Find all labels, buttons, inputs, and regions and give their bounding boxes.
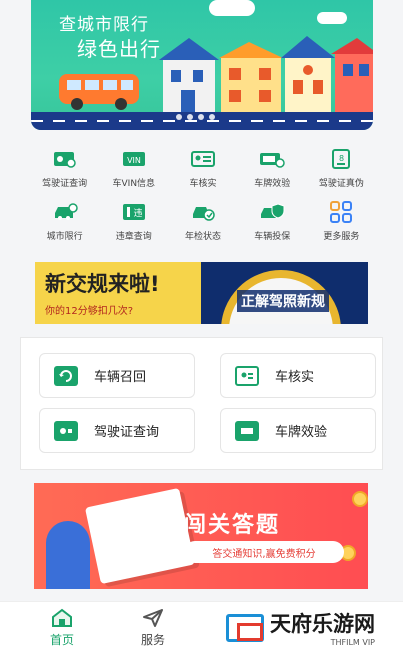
book-illustration — [84, 487, 196, 585]
service-label: 更多服务 — [323, 232, 360, 242]
service-grid: 驾驶证查询 VIN 车VIN信息 车核实 车牌效验 8 驾驶证真伪 城市限行 违 — [30, 148, 376, 242]
service-label: 驾驶证查询 — [42, 179, 88, 189]
service-item-car-insurance[interactable]: 车辆投保 — [238, 201, 307, 242]
promo-right-panel: 正解驾照新规 — [201, 262, 368, 324]
service-item-car-verify[interactable]: 车核实 — [168, 148, 237, 189]
service-item-vin-info[interactable]: VIN 车VIN信息 — [99, 148, 168, 189]
quiz-subtitle: 答交通知识,赢免费积分 — [184, 541, 344, 563]
service-label: 年检状态 — [184, 232, 221, 242]
person-illustration — [46, 521, 90, 589]
send-icon — [143, 609, 163, 627]
license-card-icon — [52, 148, 78, 170]
svg-text:8: 8 — [339, 154, 344, 163]
promo-right-text: 正解驾照新规 — [237, 290, 329, 312]
license-plate-icon — [235, 420, 259, 441]
promo-banner-quiz[interactable]: 闯关答题 答交通知识,赢免费积分 — [34, 483, 368, 589]
home-icon — [52, 608, 72, 627]
service-item-more[interactable]: 更多服务 — [307, 201, 376, 242]
service-item-city-restriction[interactable]: 城市限行 — [30, 201, 99, 242]
vin-icon: VIN — [121, 148, 147, 170]
coin-decoration — [352, 491, 368, 507]
promo-left-panel: 新交规来啦! 你的12分够扣几次? — [35, 262, 201, 324]
bus-illustration — [59, 74, 139, 110]
quiz-headline: 闯关答题 — [184, 513, 281, 538]
promo-subtitle: 你的12分够扣几次? — [45, 306, 134, 317]
verify-document-icon: 8 — [328, 148, 354, 170]
watermark-title: 天府乐游网 — [270, 612, 375, 636]
service-label: 车牌效验 — [254, 179, 291, 189]
service-label: 城市限行 — [46, 232, 83, 242]
license-card-icon — [54, 420, 78, 441]
tab-label: 服务 — [141, 633, 166, 647]
service-label: 车VIN信息 — [112, 179, 156, 189]
tab-service[interactable]: 服务 — [141, 608, 165, 648]
quick-label: 车辆召回 — [94, 370, 147, 385]
cloud-decoration — [317, 12, 347, 24]
svg-text:VIN: VIN — [127, 156, 141, 165]
car-check-icon — [190, 201, 216, 223]
svg-text:违: 违 — [133, 208, 142, 219]
car-insurance-icon — [259, 201, 285, 223]
grid-more-icon — [328, 201, 354, 223]
service-label: 违章查询 — [115, 232, 152, 242]
service-item-plate-check[interactable]: 车牌效验 — [238, 148, 307, 189]
service-item-license-authenticity[interactable]: 8 驾驶证真伪 — [307, 148, 376, 189]
service-label: 车辆投保 — [254, 232, 291, 242]
service-item-violation-query[interactable]: 违 违章查询 — [99, 201, 168, 242]
quick-plate-check-button[interactable]: 车牌效验 — [220, 408, 376, 453]
cloud-decoration — [209, 0, 255, 16]
car-recall-icon — [54, 365, 78, 386]
tab-home[interactable]: 首页 — [50, 608, 74, 648]
quick-label: 车核实 — [275, 370, 315, 385]
site-watermark: 天府乐游网 THFILM VIP — [226, 608, 375, 647]
id-card-icon — [190, 148, 216, 170]
top-banner[interactable]: 查城市限行 绿色出行 — [31, 0, 373, 130]
service-item-inspection-status[interactable]: 年检状态 — [168, 201, 237, 242]
tab-label: 首页 — [50, 633, 75, 647]
watermark-subtitle: THFILM VIP — [330, 638, 375, 647]
watermark-logo-icon — [226, 613, 264, 642]
promo-headline: 新交规来啦! — [45, 272, 160, 296]
service-label: 车核实 — [189, 179, 217, 189]
banner-title: 查城市限行 — [59, 15, 149, 35]
quick-license-query-button[interactable]: 驾驶证查询 — [39, 408, 195, 453]
banner-subtitle: 绿色出行 — [77, 37, 161, 61]
quick-actions-card: 车辆召回 车核实 驾驶证查询 车牌效验 — [20, 337, 383, 470]
promo-banner-new-rules[interactable]: 新交规来啦! 你的12分够扣几次? 正解驾照新规 — [35, 262, 368, 324]
car-restriction-icon — [52, 201, 78, 223]
quick-label: 驾驶证查询 — [94, 425, 160, 440]
service-label: 驾驶证真伪 — [318, 179, 364, 189]
id-card-icon — [235, 365, 259, 386]
quick-label: 车牌效验 — [275, 425, 328, 440]
houses-illustration — [159, 36, 373, 112]
violation-icon: 违 — [121, 201, 147, 223]
service-item-license-query[interactable]: 驾驶证查询 — [30, 148, 99, 189]
quick-car-verify-button[interactable]: 车核实 — [220, 353, 376, 398]
carousel-indicator[interactable] — [176, 114, 215, 120]
license-plate-icon — [259, 148, 285, 170]
quick-car-recall-button[interactable]: 车辆召回 — [39, 353, 195, 398]
